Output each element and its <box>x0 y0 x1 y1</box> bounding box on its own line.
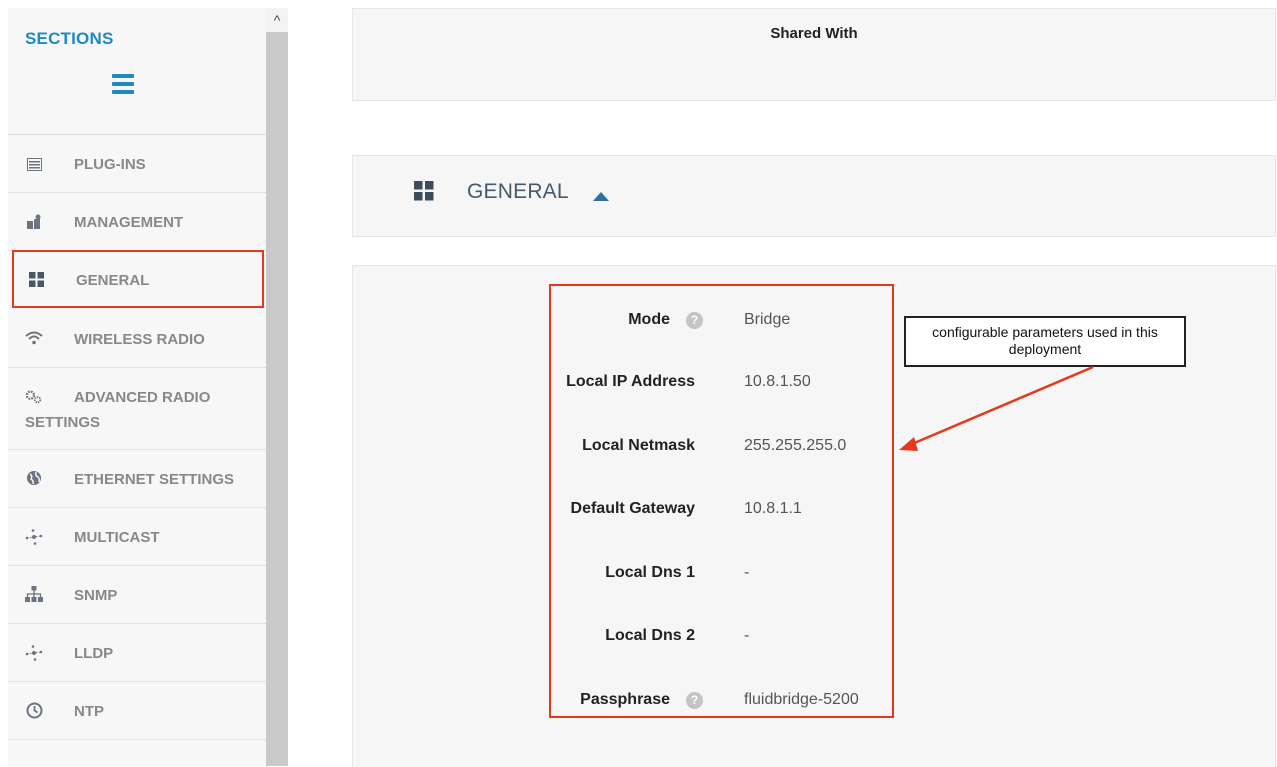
help-icon[interactable]: ? <box>686 312 703 329</box>
param-value: 10.8.1.50 <box>744 373 811 390</box>
sidebar-scrollbar[interactable] <box>266 8 288 766</box>
sidebar-item-label: LLDP <box>74 645 114 662</box>
param-label: Mode <box>628 311 670 328</box>
param-value: fluidbridge-5200 <box>744 691 859 708</box>
hamburger-menu-icon[interactable] <box>112 74 134 96</box>
clock-icon <box>25 701 43 719</box>
param-value: 255.255.255.0 <box>744 437 847 454</box>
sitemap-icon <box>25 585 43 603</box>
param-label: Local Dns 1 <box>605 564 695 581</box>
param-row-local-dns-1: Local Dns 1 - <box>549 559 894 589</box>
wifi-icon <box>25 329 43 347</box>
shared-with-panel: Shared With <box>352 8 1276 101</box>
param-row-local-dns-2: Local Dns 2 - <box>549 622 894 652</box>
sections-title: SECTIONS <box>25 29 114 48</box>
sidebar-item-management[interactable]: MANAGEMENT <box>8 193 266 251</box>
management-icon <box>25 213 43 231</box>
sidebar-item-label: NTP <box>74 703 104 720</box>
gears-icon <box>25 388 43 406</box>
shared-with-heading: Shared With <box>770 25 858 42</box>
param-row-local-ip-address: Local IP Address 10.8.1.50 <box>549 368 894 398</box>
param-label: Local Dns 2 <box>605 627 695 644</box>
list-icon <box>25 155 43 173</box>
sidebar-item-label: MANAGEMENT <box>74 214 184 231</box>
param-row-passphrase: Passphrase ? fluidbridge-5200 <box>549 686 894 716</box>
param-label: Default Gateway <box>570 500 695 517</box>
sections-sidebar: SECTIONS PLUG-INS MANAGEMENT GENERAL WIR… <box>8 8 267 766</box>
param-value: - <box>744 627 750 644</box>
collapse-caret-icon[interactable] <box>593 192 609 201</box>
grid-icon <box>27 270 45 288</box>
sidebar-item-lldp[interactable]: LLDP <box>8 624 266 682</box>
param-row-default-gateway: Default Gateway 10.8.1.1 <box>549 495 894 525</box>
sidebar-item-ntp[interactable]: NTP <box>8 682 266 740</box>
sidebar-item-label: ADVANCED RADIO <box>74 389 211 406</box>
sidebar-item-label-line2: SETTINGS <box>25 414 101 431</box>
general-section-header[interactable]: GENERAL <box>352 155 1276 237</box>
param-value: - <box>744 564 750 581</box>
grid-icon <box>414 181 434 206</box>
sidebar-item-snmp[interactable]: SNMP <box>8 566 266 624</box>
sidebar-item-general[interactable]: GENERAL <box>12 250 264 308</box>
sidebar-item-multicast[interactable]: MULTICAST <box>8 508 266 566</box>
sidebar-item-advanced-radio-settings[interactable]: ADVANCED RADIO SETTINGS <box>8 368 266 450</box>
sidebar-item-plug-ins[interactable]: PLUG-INS <box>8 135 266 193</box>
sidebar-item-ethernet-settings[interactable]: ETHERNET SETTINGS <box>8 450 266 508</box>
annotation-line-2: deployment <box>1008 341 1082 357</box>
param-row-local-netmask: Local Netmask 255.255.255.0 <box>549 432 894 462</box>
sidebar-item-label: MULTICAST <box>74 529 160 546</box>
annotation-callout: configurable parameters used in this dep… <box>904 316 1186 367</box>
sidebar-header: SECTIONS <box>8 8 266 135</box>
lldp-icon <box>25 644 43 662</box>
sidebar-item-label: SNMP <box>74 587 118 604</box>
sidebar-item-label: WIRELESS RADIO <box>74 331 205 348</box>
param-label: Local Netmask <box>582 437 695 454</box>
sidebar-item-label: ETHERNET SETTINGS <box>74 471 235 488</box>
globe-icon <box>25 469 43 487</box>
multicast-icon <box>25 528 43 546</box>
scroll-up-icon[interactable]: ^ <box>266 8 288 32</box>
sidebar-item-label: GENERAL <box>76 272 150 289</box>
sidebar-item-label: PLUG-INS <box>74 156 146 173</box>
param-row-mode: Mode ? Bridge <box>549 306 894 336</box>
param-value: Bridge <box>744 311 791 328</box>
param-label: Passphrase <box>580 691 670 708</box>
param-label: Local IP Address <box>566 373 695 390</box>
general-section-title: GENERAL <box>467 180 569 203</box>
annotation-line-1: configurable parameters used in this <box>932 324 1158 340</box>
help-icon[interactable]: ? <box>686 692 703 709</box>
param-value: 10.8.1.1 <box>744 500 802 517</box>
sidebar-item-wireless-radio[interactable]: WIRELESS RADIO <box>8 310 266 368</box>
